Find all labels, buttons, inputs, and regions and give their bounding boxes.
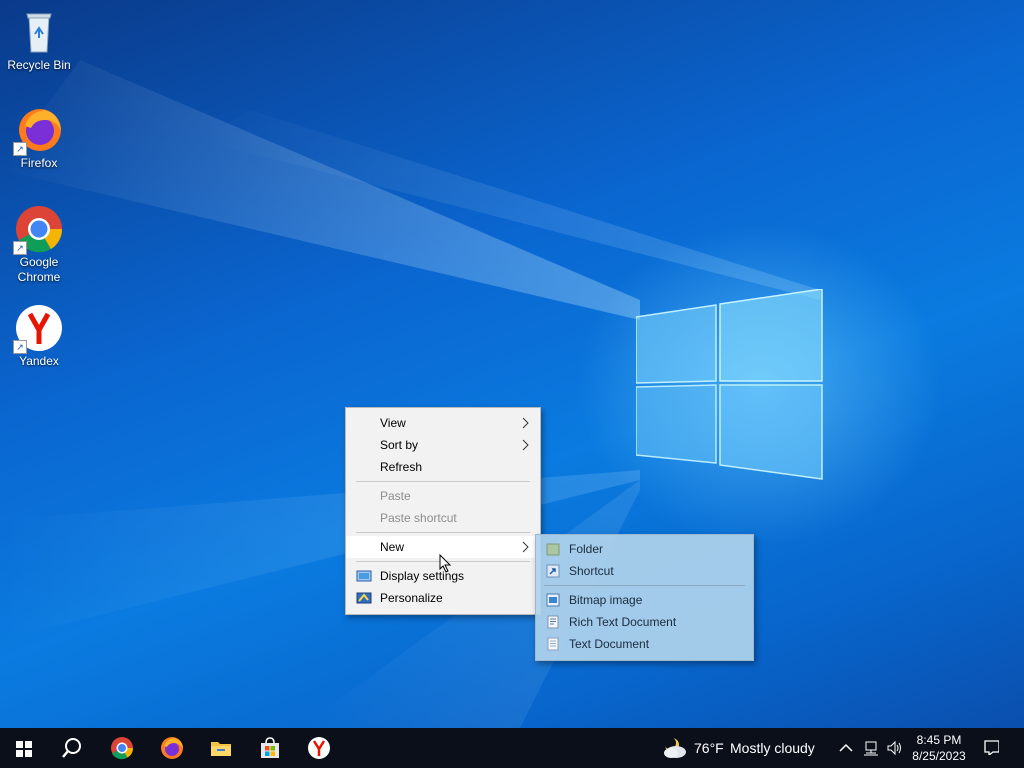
menu-item-label: Sort by (380, 438, 419, 452)
start-button[interactable] (0, 728, 48, 768)
taskbar-app-chrome[interactable] (98, 728, 146, 768)
microsoft-store-icon (261, 737, 279, 758)
network-icon[interactable] (863, 740, 879, 756)
taskbar: 76°F Mostly cloudy 8:45 PM 8/25/2023 (0, 728, 1024, 768)
chrome-icon: ↗ (13, 205, 63, 255)
desktop-icon-yandex[interactable]: ↗ Yandex (4, 304, 74, 369)
bitmap-image-icon (546, 593, 560, 607)
menu-item-view[interactable]: View (346, 412, 540, 434)
file-explorer-icon (211, 742, 231, 756)
submenu-separator (544, 585, 745, 586)
shortcut-arrow-icon: ↗ (13, 241, 27, 255)
folder-icon (546, 543, 560, 556)
chevron-right-icon (522, 417, 529, 429)
desktop-icon-label: Google Chrome (17, 255, 61, 284)
partly-cloudy-night-icon (664, 737, 686, 758)
desktop[interactable]: Recycle Bin ↗ Firefox ↗ Google Chrome ↗ … (0, 0, 1024, 728)
search-icon (62, 738, 81, 758)
system-clock[interactable]: 8:45 PM 8/25/2023 (906, 732, 972, 764)
menu-item-label: Refresh (380, 460, 423, 474)
submenu-item-folder[interactable]: Folder (536, 538, 753, 560)
text-document-icon (547, 637, 559, 651)
menu-item-personalize[interactable]: Personalize (346, 587, 540, 609)
desktop-icon-recycle-bin[interactable]: Recycle Bin (4, 8, 74, 73)
menu-item-label: Personalize (380, 591, 443, 605)
clock-time: 8:45 PM (916, 733, 962, 747)
menu-item-refresh[interactable]: Refresh (346, 456, 540, 478)
display-settings-icon (356, 570, 372, 582)
recycle-bin-icon (15, 8, 63, 56)
submenu-item-label: Shortcut (569, 564, 614, 578)
firefox-icon (161, 737, 183, 759)
menu-separator (356, 481, 530, 482)
volume-icon[interactable] (886, 740, 902, 756)
shortcut-arrow-icon: ↗ (13, 142, 27, 156)
notification-icon[interactable] (983, 739, 999, 755)
menu-item-paste[interactable]: Paste (346, 485, 540, 507)
yandex-icon: ↗ (13, 304, 63, 354)
shortcut-arrow-icon: ↗ (13, 340, 27, 354)
windows-logo-wallpaper (636, 289, 823, 480)
desktop-context-menu: View Sort by Refresh Paste Paste shortcu… (345, 407, 541, 615)
menu-item-label: New (380, 540, 405, 554)
search-button[interactable] (48, 728, 96, 768)
desktop-icon-chrome[interactable]: ↗ Google Chrome (4, 205, 74, 285)
personalize-icon (356, 592, 372, 604)
firefox-icon: ↗ (13, 106, 63, 156)
weather-temperature: 76°F (694, 740, 724, 756)
chevron-right-icon (522, 541, 529, 553)
submenu-item-label: Bitmap image (569, 593, 643, 607)
menu-separator (356, 532, 530, 533)
taskbar-app-yandex[interactable] (295, 728, 343, 768)
shortcut-icon (546, 564, 560, 578)
submenu-item-shortcut[interactable]: Shortcut (536, 560, 753, 582)
submenu-item-label: Text Document (569, 637, 650, 651)
submenu-item-text-document[interactable]: Text Document (536, 633, 753, 655)
chrome-icon (111, 737, 133, 760)
desktop-icon-firefox[interactable]: ↗ Firefox (4, 106, 74, 171)
submenu-item-label: Folder (569, 542, 604, 556)
new-submenu: Folder Shortcut Bitmap image Rich Text D… (535, 534, 754, 661)
desktop-icon-label: Recycle Bin (7, 58, 71, 72)
weather-condition: Mostly cloudy (730, 740, 815, 756)
clock-date: 8/25/2023 (912, 749, 966, 763)
mouse-cursor (439, 554, 452, 573)
menu-item-label: Paste shortcut (380, 511, 457, 525)
chevron-up-icon[interactable] (838, 740, 854, 756)
menu-item-label: View (380, 416, 406, 430)
submenu-item-bitmap-image[interactable]: Bitmap image (536, 589, 753, 611)
submenu-item-rich-text-document[interactable]: Rich Text Document (536, 611, 753, 633)
taskbar-app-file-explorer[interactable] (197, 728, 245, 768)
start-icon (16, 741, 32, 757)
wallpaper-light-beams (0, 60, 820, 728)
submenu-item-label: Rich Text Document (569, 615, 677, 629)
desktop-icon-label: Firefox (20, 156, 58, 170)
menu-item-label: Paste (380, 489, 411, 503)
desktop-icon-label: Yandex (19, 354, 59, 368)
taskbar-app-firefox[interactable] (148, 728, 196, 768)
chevron-right-icon (522, 439, 529, 451)
rich-text-document-icon (547, 615, 559, 629)
menu-item-paste-shortcut[interactable]: Paste shortcut (346, 507, 540, 529)
menu-item-sort-by[interactable]: Sort by (346, 434, 540, 456)
taskbar-app-microsoft-store[interactable] (246, 728, 294, 768)
yandex-icon (308, 737, 330, 759)
